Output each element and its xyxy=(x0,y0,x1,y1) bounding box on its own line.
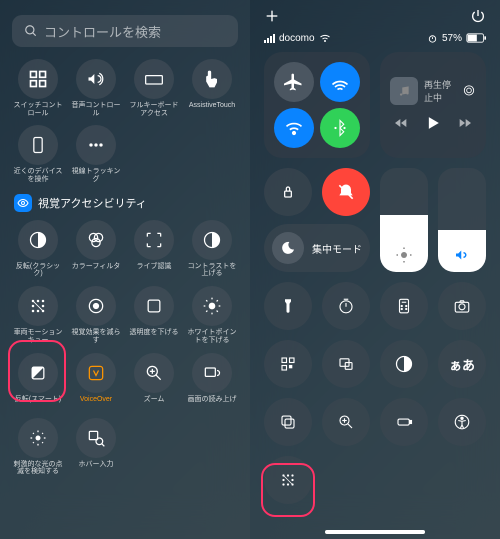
accessibility-icon xyxy=(14,194,32,212)
speaker-icon xyxy=(453,246,471,264)
prev-icon[interactable] xyxy=(393,115,409,131)
silent-toggle[interactable] xyxy=(322,168,370,216)
battery-icon xyxy=(466,33,486,43)
lowpower-button[interactable] xyxy=(380,398,428,446)
control-voiceover[interactable]: VoiceOver xyxy=(70,353,122,410)
power-icon[interactable] xyxy=(470,8,486,24)
brightness-slider[interactable] xyxy=(380,168,428,272)
volume-slider[interactable] xyxy=(438,168,486,272)
next-icon[interactable] xyxy=(457,115,473,131)
control-colorfilter[interactable]: カラーフィルタ xyxy=(70,220,122,278)
control-nearby[interactable]: 近くのデバイスを操作 xyxy=(12,125,64,183)
accessibility-button[interactable] xyxy=(438,398,486,446)
search-icon xyxy=(24,24,38,38)
control-contrast[interactable]: コントラストを上げる xyxy=(186,220,238,278)
focus-tile[interactable]: 集中モード xyxy=(264,224,370,272)
media-tile[interactable]: 再生停止中 xyxy=(380,52,486,158)
play-icon[interactable] xyxy=(423,113,443,133)
control-voice[interactable]: 音声コントロール xyxy=(70,59,122,117)
text-button[interactable]: ぁあ xyxy=(438,340,486,388)
control-invert-classic[interactable]: 反転(クラシック) xyxy=(12,220,64,278)
magnifier-button[interactable] xyxy=(322,398,370,446)
search-field[interactable]: コントロールを検索 xyxy=(12,15,238,47)
airplane-toggle[interactable] xyxy=(274,62,314,102)
wifi-toggle[interactable] xyxy=(274,108,314,148)
transparency-icon xyxy=(144,296,164,316)
motion-cue-button[interactable] xyxy=(264,456,312,504)
status-bar: docomo 57% xyxy=(250,28,500,52)
control-zoom[interactable]: ズーム xyxy=(128,353,180,410)
darkmode-button[interactable] xyxy=(380,340,428,388)
brightness-icon xyxy=(202,296,222,316)
hover-icon xyxy=(86,428,106,448)
control-hover[interactable]: ホバー入力 xyxy=(70,418,122,476)
control-whitepoint[interactable]: ホワイトポイントを下げる xyxy=(186,286,238,344)
mirror-button[interactable] xyxy=(322,340,370,388)
control-switch[interactable]: スイッチコントロール xyxy=(12,59,64,117)
add-icon[interactable] xyxy=(264,8,280,24)
grid-icon xyxy=(28,69,48,89)
eye-track-icon xyxy=(86,135,106,155)
touch-icon xyxy=(202,69,222,89)
reduce-motion-icon xyxy=(86,296,106,316)
calculator-button[interactable] xyxy=(380,282,428,330)
control-invert-smart[interactable]: 反転(スマート) xyxy=(12,353,64,410)
flashlight-button[interactable] xyxy=(264,282,312,330)
motion-cue-icon xyxy=(28,296,48,316)
voiceover-icon xyxy=(86,363,106,383)
control-motion-cue[interactable]: 車両モーションキュー xyxy=(12,286,64,344)
timer-button[interactable] xyxy=(322,282,370,330)
qr-button[interactable] xyxy=(264,340,312,388)
signal-icon xyxy=(264,34,275,43)
bluetooth-toggle[interactable] xyxy=(320,108,360,148)
zoom-icon xyxy=(144,363,164,383)
text-icon: ぁあ xyxy=(449,355,475,374)
control-keyboard[interactable]: フルキーボードアクセス xyxy=(128,59,180,117)
camera-button[interactable] xyxy=(438,282,486,330)
control-eyetrack[interactable]: 視線トラッキング xyxy=(70,125,122,183)
control-dim-flash[interactable]: 刺激的な光の点滅を検知する xyxy=(12,418,64,476)
home-indicator[interactable] xyxy=(325,530,425,534)
control-speak-screen[interactable]: 画面の読み上げ xyxy=(186,353,238,410)
detect-icon xyxy=(144,230,164,250)
control-reduce-transparency[interactable]: 透明度を下げる xyxy=(128,286,180,344)
search-placeholder: コントロールを検索 xyxy=(44,22,161,41)
device-icon xyxy=(28,135,48,155)
speak-icon xyxy=(202,363,222,383)
windows-button[interactable] xyxy=(264,398,312,446)
alarm-icon xyxy=(427,33,438,44)
wifi-icon xyxy=(319,32,331,44)
album-art xyxy=(390,77,418,105)
cellular-toggle[interactable] xyxy=(320,62,360,102)
contrast-icon xyxy=(202,230,222,250)
control-reduce-motion[interactable]: 視覚効果を減らす xyxy=(70,286,122,344)
invert-icon xyxy=(28,230,48,250)
airplay-icon[interactable] xyxy=(462,84,476,98)
connectivity-tile[interactable] xyxy=(264,52,370,158)
control-center-panel: docomo 57% 再生停止中 xyxy=(250,0,500,539)
control-gallery-panel: コントロールを検索 スイッチコントロール 音声コントロール フルキーボードアクセ… xyxy=(0,0,250,539)
control-detect[interactable]: ライブ認識 xyxy=(128,220,180,278)
voice-icon xyxy=(86,69,106,89)
filter-icon xyxy=(86,230,106,250)
sun-icon xyxy=(395,246,413,264)
keyboard-icon xyxy=(144,69,164,89)
invert-smart-icon xyxy=(28,363,48,383)
dim-flash-icon xyxy=(28,428,48,448)
orientation-lock[interactable] xyxy=(264,168,312,216)
control-assistivetouch[interactable]: AssistiveTouch xyxy=(186,59,238,117)
section-header: 視覚アクセシビリティ xyxy=(0,184,250,220)
